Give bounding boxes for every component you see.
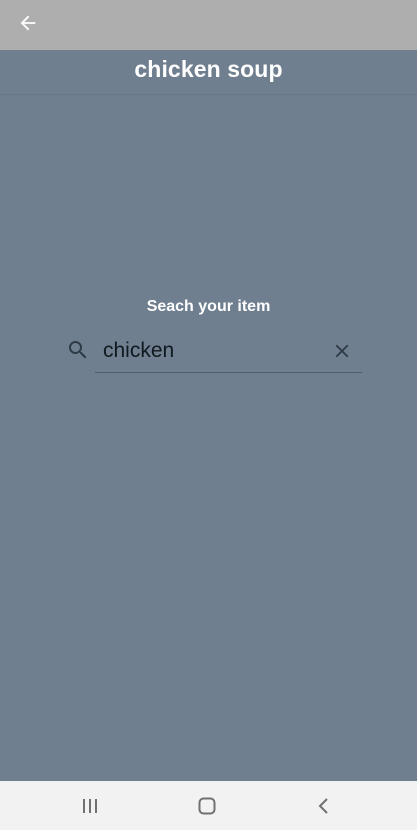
search-label: Seach your item (146, 298, 271, 315)
clear-search-button[interactable] (329, 338, 355, 364)
home-icon (198, 797, 216, 815)
header: chicken soup (0, 50, 417, 95)
system-navigation-bar (0, 781, 417, 830)
search-input[interactable] (103, 336, 318, 366)
chevron-left-icon (318, 798, 328, 814)
page-title: chicken soup (134, 56, 283, 82)
status-bar (0, 0, 417, 50)
arrow-left-icon (20, 15, 36, 31)
system-back-button[interactable] (309, 791, 339, 821)
home-button[interactable] (192, 791, 222, 821)
recent-apps-button[interactable] (75, 791, 105, 821)
recent-apps-icon (83, 799, 97, 813)
search-icon (66, 338, 90, 362)
close-icon (335, 344, 349, 358)
back-button[interactable] (10, 5, 46, 41)
search-field[interactable] (95, 330, 362, 373)
